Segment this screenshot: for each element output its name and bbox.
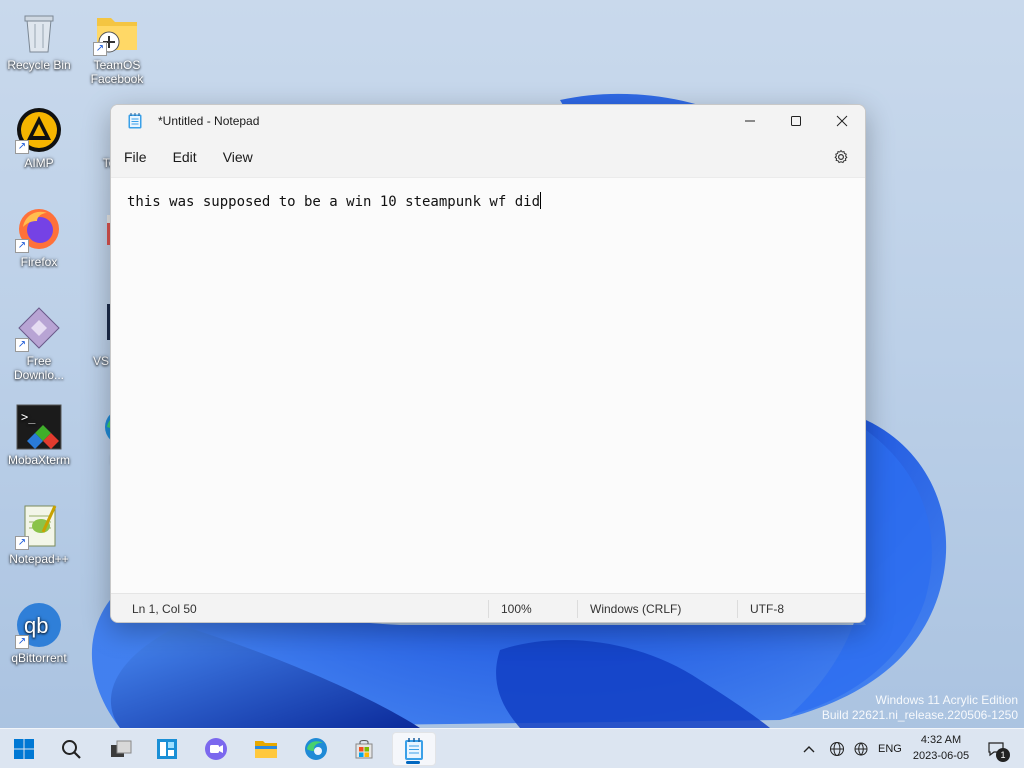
watermark-edition: Windows 11 Acrylic Edition: [875, 693, 1019, 707]
shortcut-arrow-icon: ↗: [15, 536, 29, 550]
show-hidden-icons-button[interactable]: [800, 744, 818, 754]
notepad-taskbar-button[interactable]: [392, 732, 436, 766]
widgets-button[interactable]: [147, 732, 187, 766]
status-zoom: 100%: [488, 599, 577, 618]
firefox-icon: ↗: [15, 205, 63, 253]
edge-icon: [305, 738, 327, 760]
system-tray: ENG: [800, 729, 902, 768]
shortcut-arrow-icon: ↗: [15, 140, 29, 154]
window-title: *Untitled - Notepad: [158, 114, 260, 128]
shortcut-arrow-icon: ↗: [15, 635, 29, 649]
desktop-icon-recycle-bin[interactable]: Recycle Bin: [0, 8, 78, 72]
clock[interactable]: 4:32 AM 2023-06-05: [906, 732, 976, 764]
status-cursor-position: Ln 1, Col 50: [132, 601, 197, 616]
shortcut-arrow-icon: ↗: [15, 239, 29, 253]
aimp-icon: ↗: [15, 106, 63, 154]
notepad-plus-plus-icon: ↗: [15, 502, 63, 550]
qbittorrent-icon: qb ↗: [15, 601, 63, 649]
shortcut-arrow-icon: ↗: [15, 338, 29, 352]
start-button[interactable]: [4, 732, 44, 766]
mobaxterm-icon: >_: [15, 403, 63, 451]
clock-date: 2023-06-05: [912, 750, 970, 762]
teams-chat-button[interactable]: [196, 732, 236, 766]
file-explorer-button[interactable]: [246, 732, 286, 766]
desktop-icon-notepad-plus-plus[interactable]: ↗ Notepad++: [0, 502, 78, 566]
desktop-icon-label: Recycle Bin: [7, 58, 71, 72]
gear-icon: [834, 149, 848, 164]
desktop-icon-label: qBittorrent: [11, 651, 67, 665]
recycle-bin-icon: [15, 8, 63, 56]
editor-text: this was supposed to be a win 10 steampu…: [127, 194, 541, 210]
task-view-button[interactable]: [101, 732, 141, 766]
shortcut-arrow-icon: ↗: [93, 42, 107, 56]
edge-button[interactable]: [296, 732, 336, 766]
watermark-build: Build 22621.ni_release.220506-1250: [821, 708, 1018, 722]
network-globe-icon: [854, 742, 868, 756]
minimize-button[interactable]: [727, 105, 773, 137]
menu-edit[interactable]: Edit: [165, 143, 205, 171]
store-icon: [355, 740, 373, 759]
menu-file[interactable]: File: [116, 143, 155, 171]
desktop-icon-mobaxterm[interactable]: >_ MobaXterm: [0, 403, 78, 467]
folder-icon: [255, 741, 277, 758]
maximize-button[interactable]: [773, 105, 819, 137]
task-view-icon: [111, 740, 132, 757]
notification-badge: 1: [996, 748, 1010, 762]
desktop-icon-label: TeamOS Facebook: [90, 58, 144, 86]
status-encoding: UTF-8: [737, 599, 784, 618]
menu-bar: File Edit View: [111, 137, 865, 177]
language-globe-button[interactable]: [824, 741, 850, 757]
desktop-icon-label: Notepad++: [9, 552, 69, 566]
menu-view[interactable]: View: [215, 143, 261, 171]
desktop-icon-aimp[interactable]: ↗ AIMP: [0, 106, 78, 170]
text-caret: [540, 192, 542, 209]
notepad-window: *Untitled - Notepad File Edit View this …: [110, 104, 866, 623]
widgets-icon: [157, 739, 177, 759]
download-manager-icon: ↗: [15, 304, 63, 352]
taskbar: ENG 4:32 AM 2023-06-05 1: [0, 728, 1024, 768]
desktop-icon-label: Firefox: [20, 255, 58, 269]
desktop-icon-label: MobaXterm: [7, 453, 71, 467]
search-button[interactable]: [51, 732, 91, 766]
globe-icon: [830, 742, 844, 756]
notification-center-button[interactable]: 1: [984, 729, 1010, 768]
network-button[interactable]: [850, 741, 872, 757]
text-editor-area[interactable]: this was supposed to be a win 10 steampu…: [111, 177, 865, 593]
close-icon: [836, 115, 848, 127]
search-icon: [62, 740, 81, 759]
svg-text:>_: >_: [21, 410, 36, 424]
notepad-icon: [405, 738, 423, 760]
windows-logo-icon: [14, 739, 34, 759]
desktop-icon-firefox[interactable]: ↗ Firefox: [0, 205, 78, 269]
maximize-icon: [791, 116, 801, 126]
status-bar: Ln 1, Col 50 100% Windows (CRLF) UTF-8: [111, 593, 865, 622]
desktop-icon-qbittorrent[interactable]: qb ↗ qBittorrent: [0, 601, 78, 665]
desktop-icon-label: AIMP: [24, 156, 54, 170]
chevron-up-icon: [803, 746, 815, 753]
status-line-ending: Windows (CRLF): [577, 599, 737, 618]
folder-icon: ↗: [93, 8, 141, 56]
chat-icon: [205, 738, 227, 760]
input-language[interactable]: ENG: [878, 743, 902, 755]
minimize-icon: [745, 120, 755, 122]
desktop-icon-teamos-facebook[interactable]: ↗ TeamOS Facebook: [78, 8, 156, 86]
desktop-icon-free-download[interactable]: ↗ Free Downlo...: [0, 304, 78, 382]
desktop-icon-label: Free Downlo...: [13, 354, 65, 382]
close-button[interactable]: [819, 105, 865, 137]
settings-button[interactable]: [821, 141, 861, 173]
title-bar[interactable]: *Untitled - Notepad: [111, 105, 865, 137]
notepad-app-icon: [128, 113, 142, 129]
windows-watermark: Windows 11 Acrylic Edition Build 22621.n…: [822, 693, 1018, 723]
clock-time: 4:32 AM: [920, 734, 962, 746]
microsoft-store-button[interactable]: [344, 732, 384, 766]
